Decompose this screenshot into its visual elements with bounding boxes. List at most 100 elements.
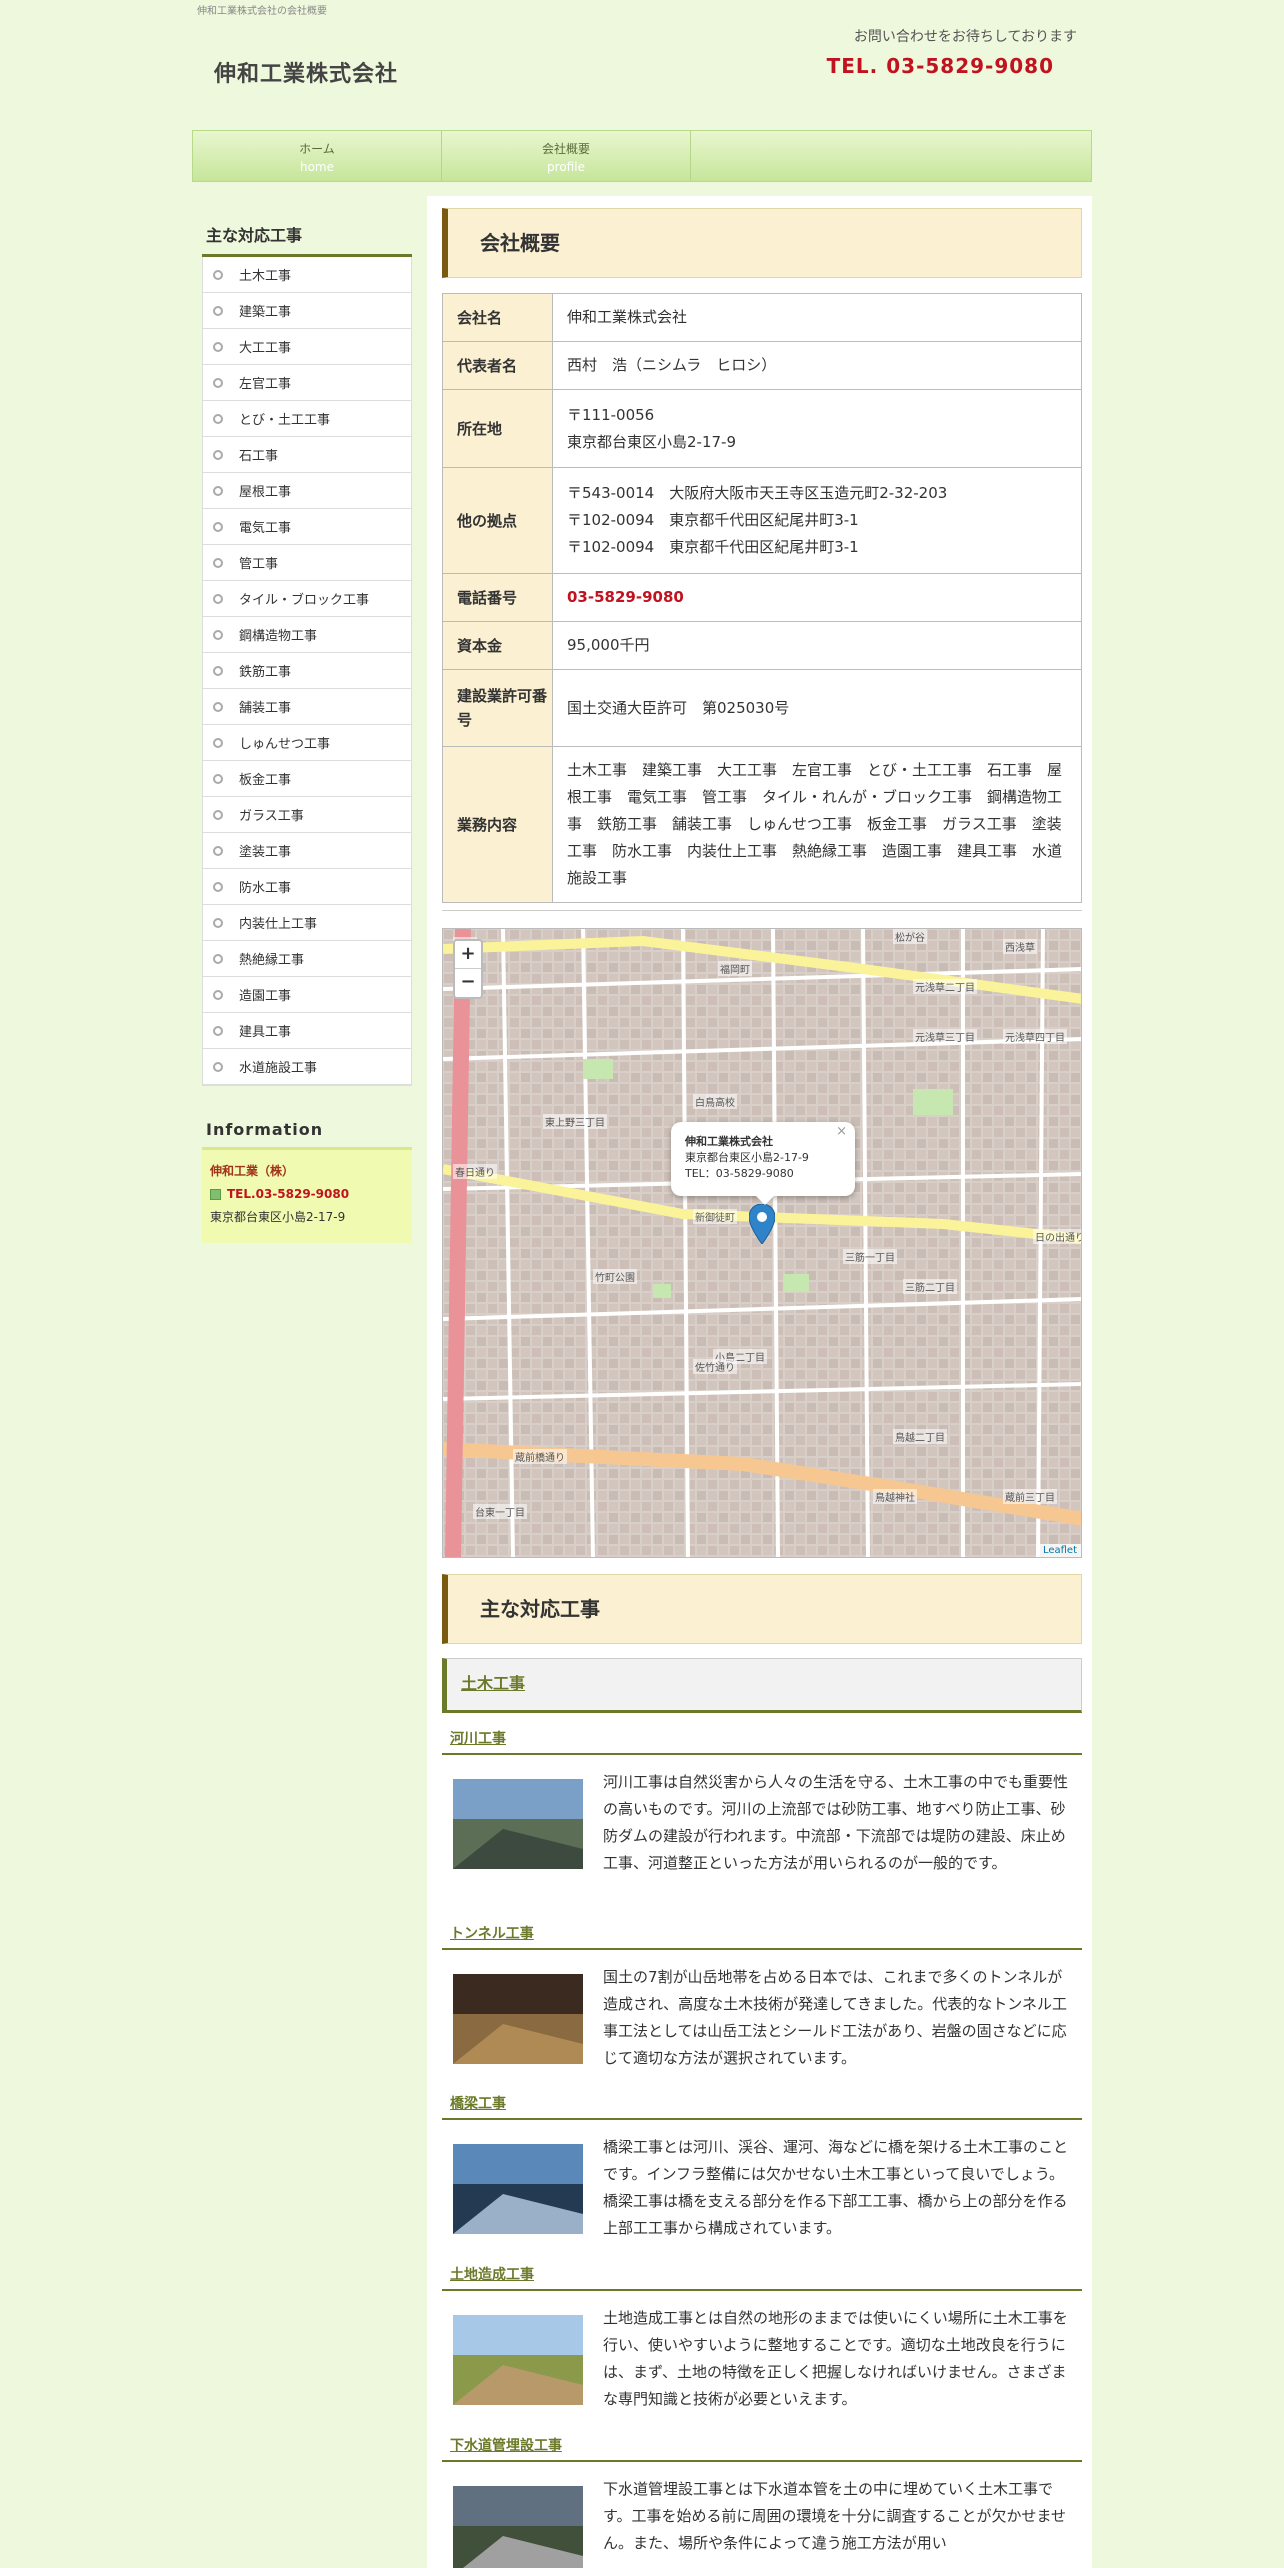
work-item: 下水道管埋設工事 下水道管埋設工事とは下水道本管を土の中に埋めていく土木工事です。… [442, 2435, 1082, 2568]
work-title[interactable]: 河川工事 [442, 1728, 1082, 1755]
sidebar-item[interactable]: 造園工事 [203, 977, 411, 1013]
sidebar-item-label: 大工工事 [239, 341, 292, 356]
nav-item-profile[interactable]: 会社概要 profile [442, 131, 691, 181]
table-row: 資本金 95,000千円 [442, 621, 1082, 670]
site-title[interactable]: 伸和工業株式会社 [214, 56, 398, 88]
bullet-icon [213, 845, 223, 856]
global-nav: ホーム home 会社概要 profile [192, 130, 1092, 182]
bullet-icon [213, 557, 223, 568]
work-title[interactable]: 橋梁工事 [442, 2093, 1082, 2120]
address-line: 東京都台東区小島2-17-9 [567, 432, 736, 451]
sidebar-item[interactable]: 防水工事 [203, 869, 411, 905]
sidebar-item[interactable]: 熱絶縁工事 [203, 941, 411, 977]
sidebar-item-label: 造園工事 [239, 989, 292, 1004]
map-label: 福岡町 [718, 961, 752, 976]
zoom-in-button[interactable]: + [455, 941, 481, 969]
row-label: 建設業許可番号 [442, 669, 553, 747]
work-photo [453, 2315, 583, 2405]
work-title[interactable]: 下水道管埋設工事 [442, 2435, 1082, 2462]
sidebar-item[interactable]: 屋根工事 [203, 473, 411, 509]
info-tel[interactable]: TEL.03-5829-9080 [227, 1183, 349, 1206]
sidebar-item[interactable]: 内装仕上工事 [203, 905, 411, 941]
sidebar-item[interactable]: 塗装工事 [203, 833, 411, 869]
sidebar-item-label: しゅんせつ工事 [239, 737, 331, 752]
sidebar-item[interactable]: とび・土工工事 [203, 401, 411, 437]
bullet-icon [213, 989, 223, 1000]
nav-item-home[interactable]: ホーム home [193, 131, 442, 181]
address-line: 〒111-0056 [567, 405, 655, 424]
sidebar-item[interactable]: 鋼構造物工事 [203, 617, 411, 653]
bullet-icon [213, 413, 223, 424]
sidebar-item-label: 屋根工事 [239, 485, 292, 500]
zoom-control: + − [453, 939, 483, 999]
sidebar-menu: 土木工事建築工事大工工事左官工事 とび・土工工事 石工事屋根工事電気工事管工事タイル… [202, 257, 412, 1086]
sidebar-item-label: 管工事 [239, 557, 279, 572]
nav-profile-label: 会社概要 [541, 142, 590, 156]
map-label: 新御徒町 [693, 1209, 737, 1224]
sidebar-item[interactable]: 鉄筋工事 [203, 653, 411, 689]
sidebar-item[interactable]: 左官工事 [203, 365, 411, 401]
map[interactable]: 上野福岡町元浅草二丁目元浅草三丁目元浅草四丁目白鳥高校東上野三丁目新御徒町三筋一… [442, 928, 1082, 1558]
license-value: 国土交通大臣許可 第025030号 [552, 669, 1082, 747]
map-label: 蔵前橋通り [513, 1449, 567, 1464]
sidebar-item-label: 土木工事 [239, 269, 292, 284]
work-description: 国土の7割が山岳地帯を占める日本では、これまで多くのトンネルが造成され、高度な土… [603, 1968, 1067, 2067]
bullet-icon [213, 341, 223, 352]
popup-close-button[interactable]: × [836, 1124, 847, 1140]
branch-line: 〒102-0094 東京都千代田区紀尾井町3-1 [567, 511, 859, 529]
sidebar-item[interactable]: 石工事 [203, 437, 411, 473]
row-label: 代表者名 [442, 341, 553, 390]
map-label: 元浅草二丁目 [913, 979, 977, 994]
map-label: 東上野三丁目 [543, 1114, 607, 1129]
map-label: 日の出通り [1033, 1229, 1081, 1244]
map-label: 鳥越二丁目 [893, 1429, 947, 1444]
nav-home-sub: home [299, 160, 335, 174]
sidebar-item[interactable]: しゅんせつ工事 [203, 725, 411, 761]
sidebar-item-label: 電気工事 [239, 521, 292, 536]
bullet-icon [213, 1061, 223, 1072]
map-label: 台東一丁目 [473, 1504, 527, 1519]
work-item: 土地造成工事土地造成工事とは自然の地形のままでは使いにくい場所に土木工事を行い、… [442, 2264, 1082, 2413]
contact-message: お問い合わせをお待ちしております [853, 29, 1077, 45]
bullet-icon [213, 665, 223, 676]
sidebar-item[interactable]: 舗装工事 [203, 689, 411, 725]
bullet-icon [213, 881, 223, 892]
main-content: 会社概要 会社名 伸和工業株式会社 代表者名 西村 浩（ニシムラ ヒロシ） 所在… [427, 196, 1092, 2568]
map-label: 三筋二丁目 [903, 1279, 957, 1294]
sidebar-item[interactable]: 大工工事 [203, 329, 411, 365]
sidebar-item[interactable]: 水道施設工事 [203, 1049, 411, 1085]
branch-line: 〒543-0014 大阪府大阪市天王寺区玉造元町2-32-203 [567, 484, 948, 502]
table-row: 会社名 伸和工業株式会社 [442, 293, 1082, 342]
row-label: 資本金 [442, 621, 553, 670]
sidebar-item[interactable]: 管工事 [203, 545, 411, 581]
row-label: 所在地 [442, 389, 553, 468]
map-marker-icon[interactable] [749, 1204, 775, 1244]
sidebar-item-label: 熱絶縁工事 [239, 953, 305, 968]
sidebar-item[interactable]: 建具工事 [203, 1013, 411, 1049]
sidebar-item[interactable]: ガラス工事 [203, 797, 411, 833]
work-description: 土地造成工事とは自然の地形のままでは使いにくい場所に土木工事を行い、使いやすいよ… [603, 2309, 1068, 2408]
category-heading[interactable]: 土木工事 [442, 1658, 1082, 1713]
bullet-icon [213, 809, 223, 820]
work-photo [453, 2144, 583, 2234]
sidebar-item[interactable]: タイル・ブロック工事 [203, 581, 411, 617]
sidebar-item-label: 内装仕上工事 [239, 917, 318, 932]
tel-value[interactable]: 03-5829-9080 [567, 588, 684, 606]
bullet-icon [213, 377, 223, 388]
popup-address: 東京都台東区小島2-17-9 [685, 1151, 809, 1164]
map-label: 白鳥高校 [693, 1094, 737, 1109]
sidebar-item-label: 塗装工事 [239, 845, 292, 860]
sidebar-item[interactable]: 電気工事 [203, 509, 411, 545]
zoom-out-button[interactable]: − [455, 969, 481, 997]
header-tel[interactable]: TEL. 03-5829-9080 [827, 54, 1054, 78]
map-attribution[interactable]: Leaflet [1038, 1544, 1081, 1557]
sidebar-item[interactable]: 土木工事 [203, 257, 411, 293]
work-title[interactable]: 土地造成工事 [442, 2264, 1082, 2291]
sidebar-item-label: 板金工事 [239, 773, 292, 788]
work-title[interactable]: トンネル工事 [442, 1923, 1082, 1950]
row-label: 電話番号 [442, 573, 553, 622]
address-value: 〒111-0056 東京都台東区小島2-17-9 [552, 389, 1082, 468]
sidebar-item[interactable]: 建築工事 [203, 293, 411, 329]
sidebar-item[interactable]: 板金工事 [203, 761, 411, 797]
work-photo [453, 2486, 583, 2568]
